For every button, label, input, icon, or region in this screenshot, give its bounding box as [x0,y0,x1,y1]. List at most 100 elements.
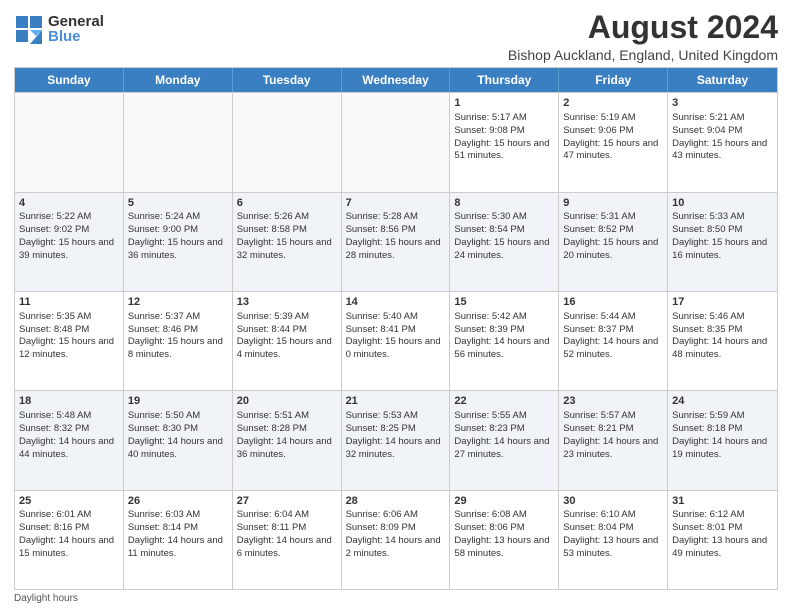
day-cell-20: 20Sunrise: 5:51 AMSunset: 8:28 PMDayligh… [233,391,342,489]
calendar-row: 11Sunrise: 5:35 AMSunset: 8:48 PM Dayligh… [15,291,777,390]
daylight-text: Daylight: 14 hours and 32 minutes. [346,436,446,462]
sunrise-text: Sunrise: 5:28 AM [346,211,446,224]
daylight-text: Daylight: 15 hours and 20 minutes. [563,237,663,263]
logo-text: General Blue [48,14,104,44]
sunrise-text: Sunrise: 6:08 AM [454,509,554,522]
daylight-text: Daylight: 14 hours and 40 minutes. [128,436,228,462]
sunrise-text: Sunrise: 5:51 AM [237,410,337,423]
sunset-text: Sunset: 8:25 PM [346,423,446,436]
header-cell-wednesday: Wednesday [342,68,451,92]
day-cell-3: 3Sunrise: 5:21 AMSunset: 9:04 PMDaylight… [668,93,777,191]
day-cell-24: 24Sunrise: 5:59 AMSunset: 8:18 PMDayligh… [668,391,777,489]
sunrise-text: Sunrise: 6:10 AM [563,509,663,522]
day-cell-14: 14Sunrise: 5:40 AMSunset: 8:41 PMDayligh… [342,292,451,390]
day-cell-12: 12Sunrise: 5:37 AMSunset: 8:46 PMDayligh… [124,292,233,390]
main-title: August 2024 [508,10,778,45]
day-cell-1: 1Sunrise: 5:17 AMSunset: 9:08 PMDaylight… [450,93,559,191]
daylight-text: Daylight: 15 hours and 16 minutes. [672,237,773,263]
day-number: 8 [454,196,554,211]
daylight-text: Daylight: 15 hours and 43 minutes. [672,138,773,164]
calendar-row: 4Sunrise: 5:22 AMSunset: 9:02 PM Daylight… [15,192,777,291]
sunset-text: Sunset: 8:06 PM [454,522,554,535]
header: General Blue August 2024 Bishop Auckland… [14,10,778,63]
day-number: 28 [346,494,446,509]
daylight-text: Daylight: 13 hours and 49 minutes. [672,535,773,561]
day-number: 4 [19,196,119,211]
sunrise-text: Sunrise: 5:55 AM [454,410,554,423]
sunrise-text: Sunrise: 5:19 AM [563,112,663,125]
sunset-text: Sunset: 8:37 PM [563,324,663,337]
day-number: 19 [128,394,228,409]
title-block: August 2024 Bishop Auckland, England, Un… [508,10,778,63]
sunset-text: Sunset: 8:44 PM [237,324,337,337]
day-cell-4: 4Sunrise: 5:22 AMSunset: 9:02 PMDaylight… [15,193,124,291]
sunset-text: Sunset: 8:50 PM [672,224,773,237]
day-number: 2 [563,96,663,111]
sunset-text: Sunset: 8:48 PM [19,324,119,337]
daylight-text: Daylight: 14 hours and 2 minutes. [346,535,446,561]
day-number: 12 [128,295,228,310]
daylight-text: Daylight: 14 hours and 36 minutes. [237,436,337,462]
sunset-text: Sunset: 9:02 PM [19,224,119,237]
sunrise-text: Sunrise: 5:50 AM [128,410,228,423]
day-number: 18 [19,394,119,409]
day-number: 3 [672,96,773,111]
sunset-text: Sunset: 8:09 PM [346,522,446,535]
daylight-text: Daylight: 15 hours and 36 minutes. [128,237,228,263]
sunset-text: Sunset: 8:04 PM [563,522,663,535]
day-number: 11 [19,295,119,310]
day-number: 27 [237,494,337,509]
daylight-text: Daylight: 15 hours and 51 minutes. [454,138,554,164]
header-cell-thursday: Thursday [450,68,559,92]
day-cell-22: 22Sunrise: 5:55 AMSunset: 8:23 PMDayligh… [450,391,559,489]
empty-cell [233,93,342,191]
logo-general: General [48,14,104,29]
day-number: 24 [672,394,773,409]
day-number: 30 [563,494,663,509]
footer-note: Daylight hours [14,593,778,604]
day-number: 16 [563,295,663,310]
sunrise-text: Sunrise: 5:42 AM [454,311,554,324]
day-cell-15: 15Sunrise: 5:42 AMSunset: 8:39 PMDayligh… [450,292,559,390]
day-number: 25 [19,494,119,509]
sunrise-text: Sunrise: 5:35 AM [19,311,119,324]
day-cell-9: 9Sunrise: 5:31 AMSunset: 8:52 PMDaylight… [559,193,668,291]
daylight-text: Daylight: 15 hours and 28 minutes. [346,237,446,263]
day-number: 23 [563,394,663,409]
sunrise-text: Sunrise: 5:21 AM [672,112,773,125]
empty-cell [342,93,451,191]
sunrise-text: Sunrise: 6:03 AM [128,509,228,522]
sunset-text: Sunset: 8:46 PM [128,324,228,337]
header-cell-monday: Monday [124,68,233,92]
sunrise-text: Sunrise: 5:53 AM [346,410,446,423]
header-cell-saturday: Saturday [668,68,777,92]
daylight-text: Daylight: 14 hours and 48 minutes. [672,336,773,362]
sunset-text: Sunset: 8:14 PM [128,522,228,535]
header-cell-tuesday: Tuesday [233,68,342,92]
sunrise-text: Sunrise: 6:01 AM [19,509,119,522]
empty-cell [15,93,124,191]
day-cell-30: 30Sunrise: 6:10 AMSunset: 8:04 PMDayligh… [559,491,668,589]
sunset-text: Sunset: 8:41 PM [346,324,446,337]
sunrise-text: Sunrise: 5:59 AM [672,410,773,423]
day-cell-2: 2Sunrise: 5:19 AMSunset: 9:06 PMDaylight… [559,93,668,191]
sunset-text: Sunset: 8:01 PM [672,522,773,535]
daylight-text: Daylight: 13 hours and 53 minutes. [563,535,663,561]
sunrise-text: Sunrise: 5:46 AM [672,311,773,324]
day-cell-25: 25Sunrise: 6:01 AMSunset: 8:16 PMDayligh… [15,491,124,589]
day-number: 15 [454,295,554,310]
day-number: 5 [128,196,228,211]
daylight-text: Daylight: 14 hours and 52 minutes. [563,336,663,362]
sunset-text: Sunset: 8:11 PM [237,522,337,535]
sunrise-text: Sunrise: 5:22 AM [19,211,119,224]
sunrise-text: Sunrise: 6:04 AM [237,509,337,522]
sunrise-text: Sunrise: 6:06 AM [346,509,446,522]
day-cell-11: 11Sunrise: 5:35 AMSunset: 8:48 PMDayligh… [15,292,124,390]
calendar: SundayMondayTuesdayWednesdayThursdayFrid… [14,67,778,590]
day-cell-8: 8Sunrise: 5:30 AMSunset: 8:54 PMDaylight… [450,193,559,291]
sunset-text: Sunset: 8:21 PM [563,423,663,436]
daylight-text: Daylight: 15 hours and 32 minutes. [237,237,337,263]
sunset-text: Sunset: 8:28 PM [237,423,337,436]
sunset-text: Sunset: 9:06 PM [563,125,663,138]
day-cell-31: 31Sunrise: 6:12 AMSunset: 8:01 PMDayligh… [668,491,777,589]
